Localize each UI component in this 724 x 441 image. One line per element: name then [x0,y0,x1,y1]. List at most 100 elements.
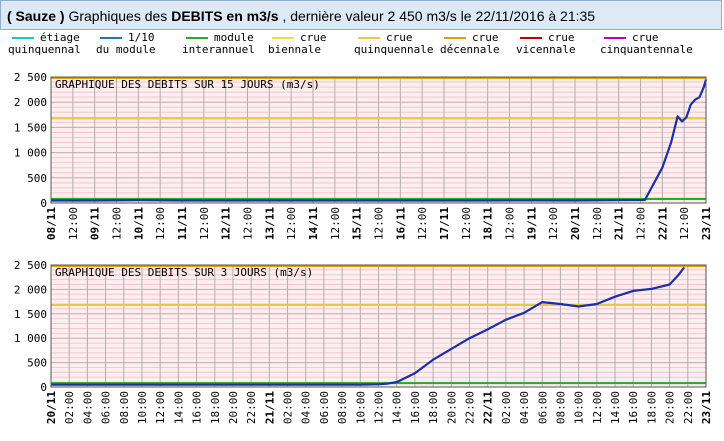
station-name: ( Sauze ) [7,8,65,24]
x-tick-label: 18:00 [209,391,222,424]
x-tick-label: 12:00 [154,207,167,240]
x-tick-label: 08:00 [336,391,349,424]
x-tick-label: 12:00 [504,207,517,240]
y-tick-label: 2 500 [14,71,47,84]
x-tick-label: 02:00 [500,391,513,424]
x-tick-label: 12:00 [373,207,386,240]
x-tick-label: 22:00 [464,391,477,424]
header-prefix: Graphiques des [68,8,168,24]
x-tick-label: 22/11 [656,207,669,240]
x-tick-label: 22/11 [482,391,495,424]
x-tick-label: 12/11 [220,207,233,240]
x-tick-label: 04:00 [81,391,94,424]
y-tick-label: 1 500 [14,121,47,134]
x-tick-label: 04:00 [518,391,531,424]
legend-swatch [100,37,122,39]
x-tick-label: 12:00 [373,391,386,424]
y-tick-label: 2 000 [14,96,47,109]
x-tick-label: 14:00 [172,391,185,424]
legend-swatch [520,37,542,39]
x-tick-label: 21/11 [613,207,626,240]
header-bar: ( Sauze ) Graphiques des DEBITS en m3/s … [0,0,722,30]
x-tick-label: 06:00 [318,391,331,424]
x-tick-label: 16:00 [627,391,640,424]
x-tick-label: 20/11 [45,391,58,424]
x-tick-label: 18/11 [482,207,495,240]
chart-15-jours: GRAPHIQUE DES DEBITS SUR 15 JOURS (m3/s)… [14,71,713,240]
header-bold-label: DEBITS en m3/s [171,8,279,24]
x-tick-label: 06:00 [536,391,549,424]
x-tick-label: 12:00 [67,207,80,240]
legend-label-line2: quinquennale [354,43,434,56]
x-tick-label: 23/11 [700,207,713,240]
legend-label-line2: vicennale [516,43,576,56]
legend-label-line2: du module [96,43,156,56]
x-tick-label: 21/11 [263,391,276,424]
x-tick-label: 12:00 [329,207,342,240]
x-tick-label: 14/11 [307,207,320,240]
x-tick-label: 16/11 [394,207,407,240]
y-tick-label: 500 [27,172,47,185]
x-tick-label: 20:00 [664,391,677,424]
x-tick-label: 10/11 [132,207,145,240]
x-tick-label: 12:00 [242,207,255,240]
x-tick-label: 12:00 [460,207,473,240]
x-tick-label: 04:00 [300,391,313,424]
x-tick-label: 09/11 [89,207,102,240]
x-tick-label: 12:00 [154,391,167,424]
x-tick-label: 14:00 [609,391,622,424]
legend-label-line2: biennale [268,43,321,56]
y-tick-label: 1 000 [14,332,47,345]
chart-3-jours: GRAPHIQUE DES DEBITS SUR 3 JOURS (m3/s) 0… [14,259,713,424]
legend-swatch [186,37,208,39]
legend-label-line2: décennale [440,43,500,56]
x-tick-label: 20/11 [569,207,582,240]
y-tick-label: 500 [27,357,47,370]
legend-label-line2: cinquantennale [600,43,693,56]
x-tick-label: 23/11 [700,391,713,424]
legend-swatch [604,37,626,39]
x-tick-label: 17/11 [438,207,451,240]
x-tick-label: 16:00 [191,391,204,424]
x-tick-label: 11/11 [176,207,189,240]
x-tick-label: 08:00 [118,391,131,424]
x-tick-label: 12:00 [635,207,648,240]
y-tick-label: 2 500 [14,259,47,272]
y-tick-label: 2 000 [14,283,47,296]
legend-swatch [444,37,466,39]
x-tick-label: 12:00 [285,207,298,240]
legend-swatch [12,37,34,39]
x-tick-label: 08/11 [45,207,58,240]
x-tick-label: 18:00 [645,391,658,424]
x-tick-label: 10:00 [136,391,149,424]
legend-label-line2: interannuel [182,43,255,56]
x-tick-label: 13/11 [263,207,276,240]
legend-swatch [358,37,380,39]
x-tick-label: 12:00 [591,391,604,424]
x-tick-label: 22:00 [245,391,258,424]
x-tick-label: 19/11 [525,207,538,240]
chart-title: GRAPHIQUE DES DEBITS SUR 15 JOURS (m3/s) [55,78,320,91]
legend-label-line2: quinquennal [8,43,81,56]
legend-swatch [272,37,294,39]
x-tick-label: 20:00 [227,391,240,424]
x-tick-label: 08:00 [554,391,567,424]
x-tick-label: 12:00 [111,207,124,240]
charts-area: GRAPHIQUE DES DEBITS SUR 15 JOURS (m3/s)… [14,71,713,424]
x-tick-label: 12:00 [547,207,560,240]
header-text: ( Sauze ) Graphiques des DEBITS en m3/s … [7,8,595,24]
x-tick-label: 12:00 [416,207,429,240]
x-tick-label: 12:00 [198,207,211,240]
header-suffix: , dernière valeur 2 450 m3/s le 22/11/20… [282,8,596,24]
y-tick-label: 1 500 [14,308,47,321]
x-tick-label: 10:00 [573,391,586,424]
x-tick-label: 02:00 [282,391,295,424]
x-tick-label: 14:00 [391,391,404,424]
x-tick-label: 10:00 [354,391,367,424]
y-tick-label: 1 000 [14,147,47,160]
x-tick-label: 06:00 [100,391,113,424]
x-tick-label: 15/11 [351,207,364,240]
x-tick-label: 12:00 [678,207,691,240]
legend: étiage quinquennal 1/10 du module module… [0,31,724,59]
x-tick-label: 16:00 [409,391,422,424]
